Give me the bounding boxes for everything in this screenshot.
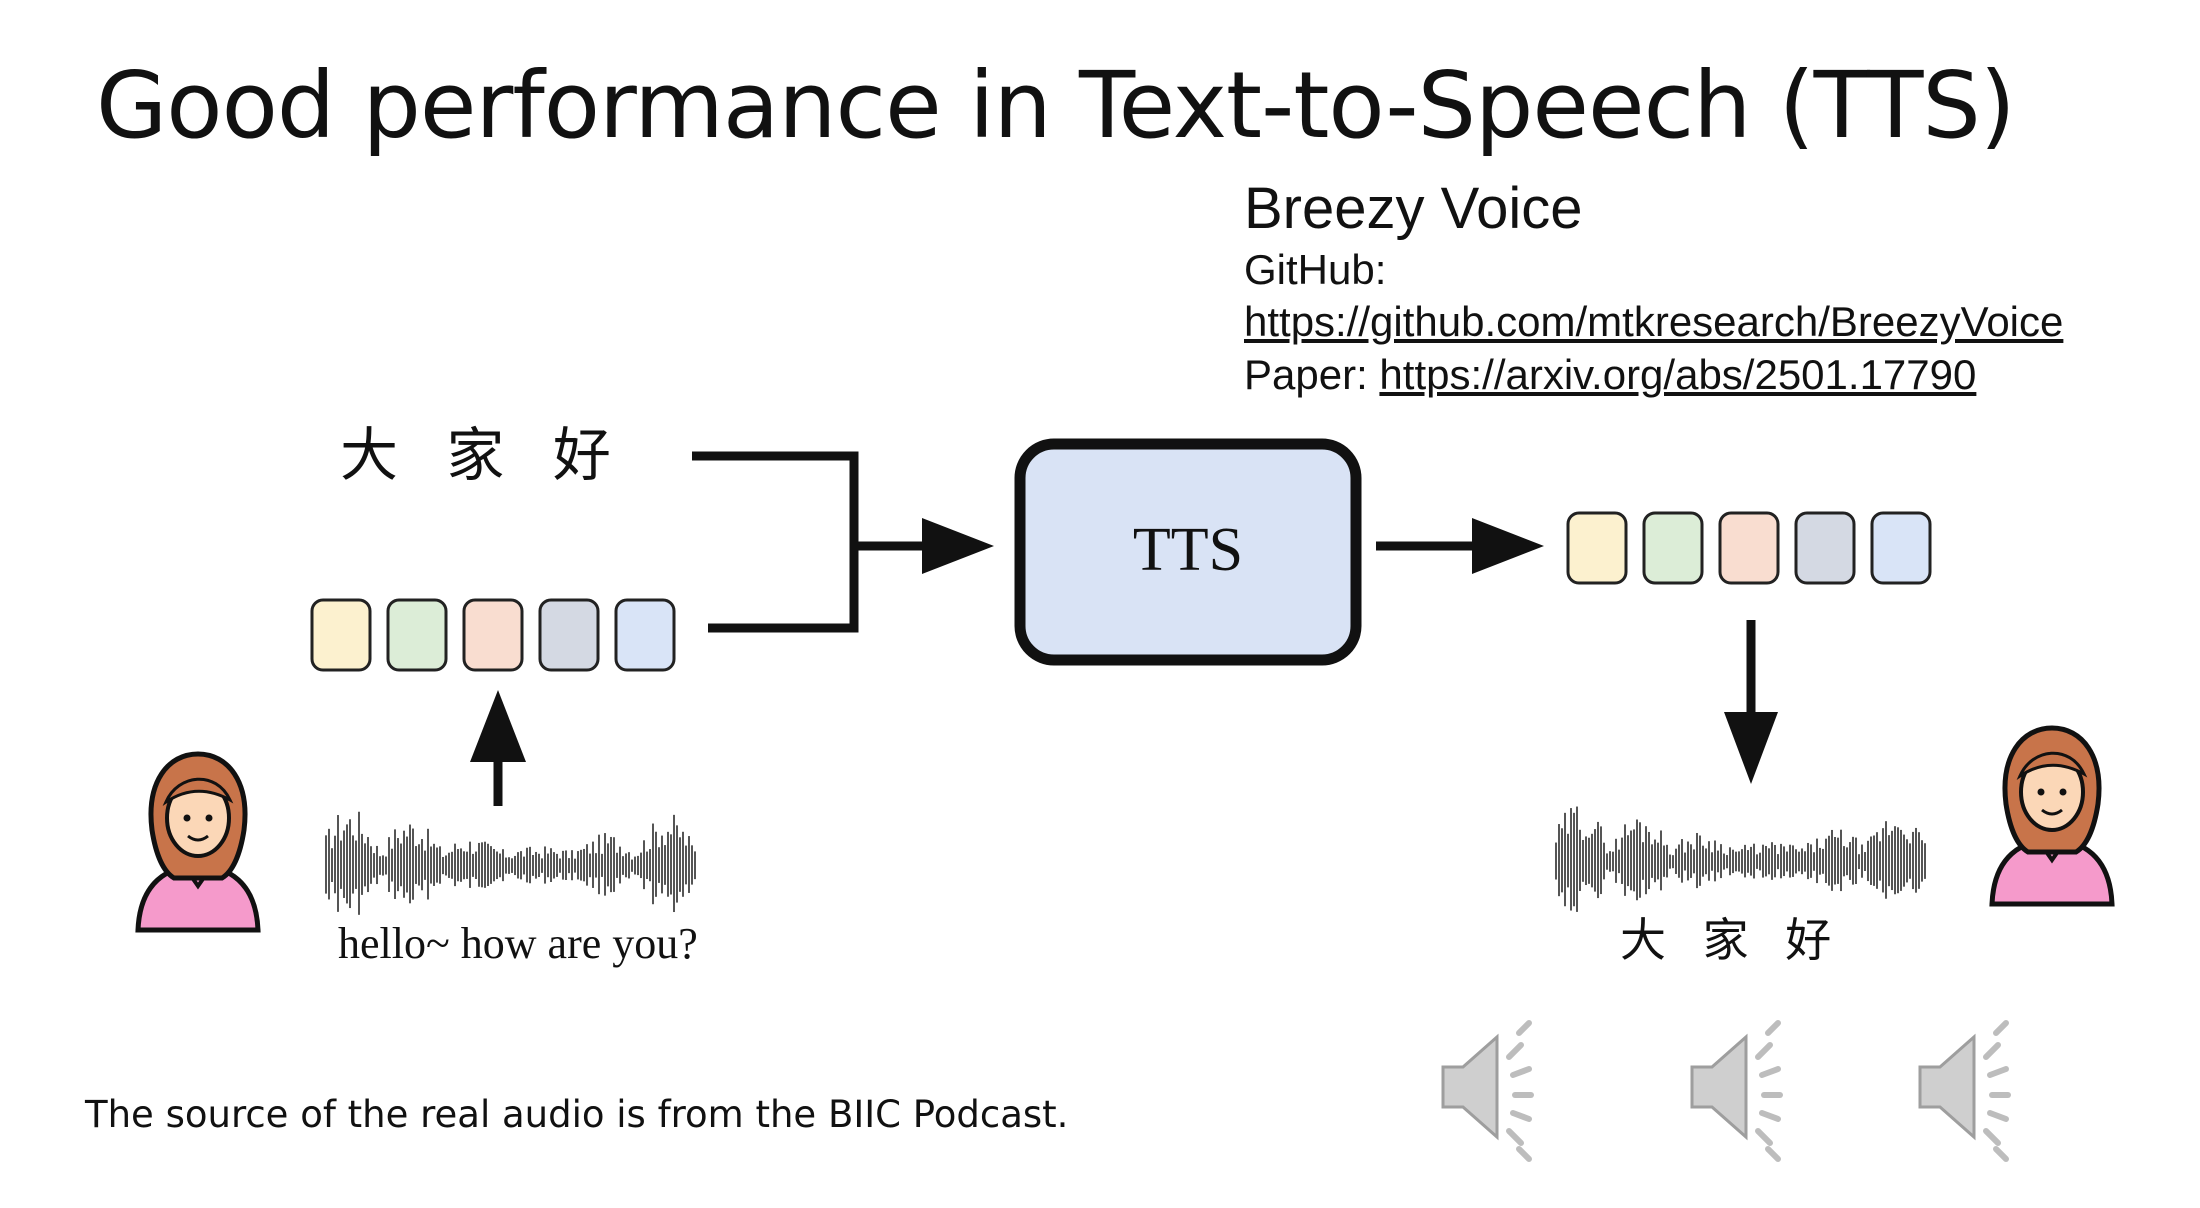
input-text: 大 家 好 [340, 421, 611, 489]
input-waveform [325, 811, 696, 915]
output-token-row [1566, 511, 1932, 585]
token-block [1566, 511, 1628, 585]
token-block [1642, 511, 1704, 585]
output-waveform [1555, 806, 1926, 912]
speaker-sound-icon-2[interactable] [1690, 1020, 1783, 1162]
input-token-row [310, 598, 676, 672]
source-note: The source of the real audio is from the… [85, 1093, 1069, 1136]
down-arrow-head [1724, 712, 1778, 784]
token-block [614, 598, 676, 672]
up-arrow-head [470, 690, 526, 762]
token-block [538, 598, 600, 672]
speech-transcript: hello~ how are you? [338, 919, 698, 968]
token-block [1718, 511, 1780, 585]
tts-box-label: TTS [1132, 515, 1244, 584]
slide: Good performance in Text-to-Speech (TTS)… [0, 0, 2200, 1208]
token-block [462, 598, 524, 672]
output-arrow-head [1472, 518, 1544, 574]
token-block [386, 598, 448, 672]
token-block [1870, 511, 1932, 585]
output-text: 大 家 好 [1620, 913, 1832, 967]
speaker-sound-icon-3[interactable] [1918, 1020, 2011, 1162]
input-text-connector [692, 451, 859, 633]
speaker-sound-icon-1[interactable] [1441, 1020, 1534, 1162]
token-block [310, 598, 372, 672]
merge-arrow-head [922, 518, 994, 574]
token-block [1794, 511, 1856, 585]
person-icon [135, 751, 261, 933]
person-icon [1989, 725, 2115, 907]
